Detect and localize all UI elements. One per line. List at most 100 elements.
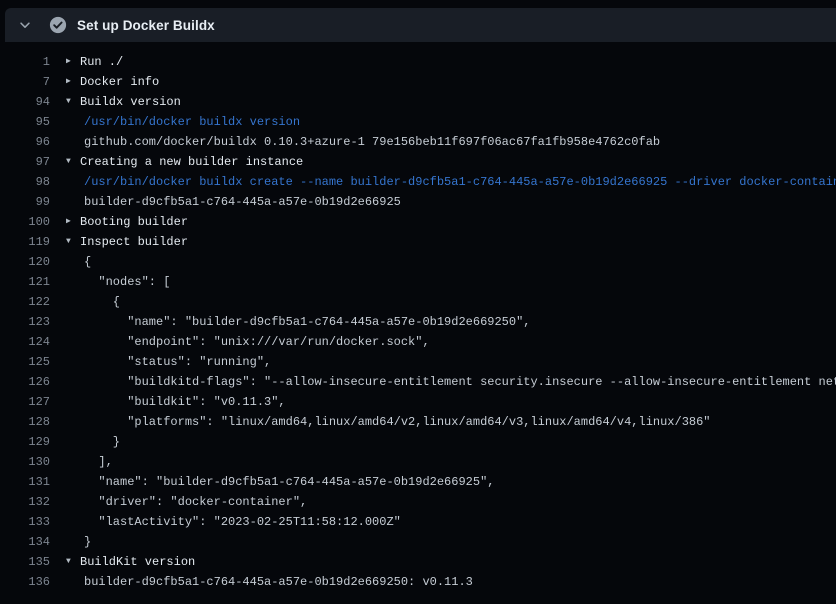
line-text: { [84,252,91,272]
line-number[interactable]: 122 [0,292,50,312]
line-number[interactable]: 131 [0,472,50,492]
log-line[interactable]: 135 ▼BuildKit version [0,552,836,572]
line-text: builder-d9cfb5a1-c764-445a-a57e-0b19d2e6… [84,572,473,592]
line-text: "buildkit": "v0.11.3", [84,392,286,412]
line-text: "nodes": [ [84,272,170,292]
log-line: 96 github.com/docker/buildx 0.10.3+azure… [0,132,836,152]
line-number[interactable]: 132 [0,492,50,512]
line-number[interactable]: 135 [0,552,50,572]
line-content: ▶Docker info [66,72,159,92]
line-text: /usr/bin/docker buildx create --name bui… [84,172,836,192]
line-text: "status": "running", [84,352,271,372]
group-collapse-icon[interactable]: ▼ [66,92,80,112]
line-text: { [84,292,120,312]
line-number[interactable]: 97 [0,152,50,172]
line-text: Run ./ [80,52,123,72]
line-text: "endpoint": "unix:///var/run/docker.sock… [84,332,430,352]
line-number[interactable]: 129 [0,432,50,452]
group-collapse-icon[interactable]: ▼ [66,232,80,252]
line-text: } [84,532,91,552]
step-title: Set up Docker Buildx [77,18,215,33]
line-content: } [66,532,91,552]
line-content: /usr/bin/docker buildx version [66,112,300,132]
line-number[interactable]: 98 [0,172,50,192]
line-content: ▶Booting builder [66,212,188,232]
line-number[interactable]: 100 [0,212,50,232]
line-content: ▼Inspect builder [66,232,188,252]
line-number[interactable]: 119 [0,232,50,252]
group-collapse-icon[interactable]: ▼ [66,152,80,172]
chevron-down-icon[interactable] [17,17,33,33]
log-lines: 1 ▶Run ./ 7 ▶Docker info 94 ▼Buildx vers… [0,42,836,592]
line-number[interactable]: 126 [0,372,50,392]
line-text: "driver": "docker-container", [84,492,307,512]
log-line[interactable]: 97 ▼Creating a new builder instance [0,152,836,172]
log-line: 136 builder-d9cfb5a1-c764-445a-a57e-0b19… [0,572,836,592]
line-content: builder-d9cfb5a1-c764-445a-a57e-0b19d2e6… [66,572,473,592]
line-content: "endpoint": "unix:///var/run/docker.sock… [66,332,430,352]
line-text: ], [84,452,113,472]
log-line[interactable]: 94 ▼Buildx version [0,92,836,112]
line-content: { [66,252,91,272]
line-text: Booting builder [80,212,188,232]
log-line: 134 } [0,532,836,552]
line-number[interactable]: 1 [0,52,50,72]
line-content: ▼Buildx version [66,92,181,112]
line-number[interactable]: 136 [0,572,50,592]
line-content: "driver": "docker-container", [66,492,307,512]
line-number[interactable]: 7 [0,72,50,92]
line-number[interactable]: 94 [0,92,50,112]
log-line: 130 ], [0,452,836,472]
line-text: Creating a new builder instance [80,152,303,172]
line-number[interactable]: 120 [0,252,50,272]
group-expand-icon[interactable]: ▶ [66,72,80,92]
line-content: "platforms": "linux/amd64,linux/amd64/v2… [66,412,711,432]
group-expand-icon[interactable]: ▶ [66,52,80,72]
line-text: } [84,432,120,452]
log-line[interactable]: 1 ▶Run ./ [0,52,836,72]
line-number[interactable]: 127 [0,392,50,412]
line-number[interactable]: 133 [0,512,50,532]
group-collapse-icon[interactable]: ▼ [66,552,80,572]
log-line[interactable]: 7 ▶Docker info [0,72,836,92]
log-line: 98 /usr/bin/docker buildx create --name … [0,172,836,192]
line-number[interactable]: 124 [0,332,50,352]
line-content: "name": "builder-d9cfb5a1-c764-445a-a57e… [66,312,530,332]
line-number[interactable]: 125 [0,352,50,372]
line-content: "name": "builder-d9cfb5a1-c764-445a-a57e… [66,472,494,492]
line-content: ], [66,452,113,472]
line-number[interactable]: 134 [0,532,50,552]
log-line: 121 "nodes": [ [0,272,836,292]
line-number[interactable]: 121 [0,272,50,292]
line-number[interactable]: 95 [0,112,50,132]
line-text: "platforms": "linux/amd64,linux/amd64/v2… [84,412,711,432]
step-header[interactable]: Set up Docker Buildx [5,8,836,42]
line-text: Inspect builder [80,232,188,252]
log-line: 129 } [0,432,836,452]
log-line: 133 "lastActivity": "2023-02-25T11:58:12… [0,512,836,532]
log-line: 127 "buildkit": "v0.11.3", [0,392,836,412]
line-text: github.com/docker/buildx 0.10.3+azure-1 … [84,132,660,152]
line-number[interactable]: 96 [0,132,50,152]
line-content: "buildkit": "v0.11.3", [66,392,286,412]
line-content: ▼Creating a new builder instance [66,152,303,172]
line-content: ▶Run ./ [66,52,123,72]
log-line[interactable]: 100 ▶Booting builder [0,212,836,232]
log-line: 126 "buildkitd-flags": "--allow-insecure… [0,372,836,392]
log-line[interactable]: 119 ▼Inspect builder [0,232,836,252]
line-content: /usr/bin/docker buildx create --name bui… [66,172,836,192]
log-line: 120 { [0,252,836,272]
log-line: 122 { [0,292,836,312]
line-number[interactable]: 99 [0,192,50,212]
line-text: "name": "builder-d9cfb5a1-c764-445a-a57e… [84,472,494,492]
line-content: "lastActivity": "2023-02-25T11:58:12.000… [66,512,401,532]
line-text: /usr/bin/docker buildx version [84,112,300,132]
line-content: "status": "running", [66,352,271,372]
line-number[interactable]: 123 [0,312,50,332]
group-expand-icon[interactable]: ▶ [66,212,80,232]
log-line: 131 "name": "builder-d9cfb5a1-c764-445a-… [0,472,836,492]
line-number[interactable]: 128 [0,412,50,432]
line-number[interactable]: 130 [0,452,50,472]
check-circle-icon [49,16,67,34]
log-line: 132 "driver": "docker-container", [0,492,836,512]
